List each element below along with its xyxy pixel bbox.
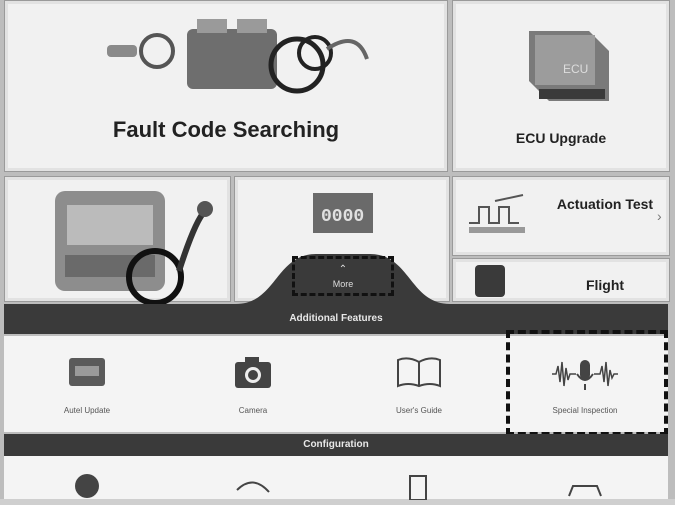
ecu-chip-icon: ECU	[529, 31, 609, 101]
actuation-test-tile[interactable]: Actuation Test	[452, 176, 670, 256]
car-icon	[568, 485, 602, 497]
diagnostics-tile[interactable]	[4, 176, 231, 305]
chevron-right-icon[interactable]: ›	[657, 208, 662, 224]
autel-update-label: Autel Update	[63, 406, 111, 415]
configuration-row	[4, 456, 668, 501]
camera-icon	[235, 357, 271, 388]
device-setting-item[interactable]	[336, 470, 502, 505]
actuation-test-label: Actuation Test	[556, 196, 654, 212]
camera-label: Camera	[238, 406, 268, 415]
flight-recorder-icon	[475, 265, 505, 297]
flight-label: Flight	[585, 277, 625, 293]
display-readout-icon: 0000	[313, 193, 373, 233]
ecu-chip-text: ECU	[563, 62, 588, 76]
fault-code-searching-tile[interactable]: Fault Code Searching	[4, 0, 448, 172]
autel-update-item[interactable]: Autel Update	[4, 336, 170, 432]
chevron-up-icon: ⌃	[338, 264, 348, 275]
camera-item[interactable]: Camera	[170, 336, 336, 432]
wrench-icon	[236, 481, 270, 493]
display-readout-text: 0000	[321, 207, 364, 227]
engine-diagnostic-icon	[107, 19, 369, 94]
actuation-signal-icon	[469, 194, 525, 233]
app-screen: Fault Code Searching ECU ECU Upgrade 000…	[0, 0, 675, 501]
vehicle-setting-item[interactable]	[502, 470, 668, 505]
flight-tile[interactable]: Flight	[452, 258, 670, 302]
ecu-upgrade-tile[interactable]: ECU ECU Upgrade	[452, 0, 670, 172]
vci-update-icon	[69, 358, 105, 386]
ecu-upgrade-label: ECU Upgrade	[515, 130, 607, 146]
book-icon	[397, 357, 441, 388]
globe-icon	[75, 474, 99, 498]
configuration-header: Configuration	[4, 434, 668, 456]
tools-setting-item[interactable]	[170, 470, 336, 505]
fault-code-searching-label: Fault Code Searching	[112, 117, 340, 142]
more-button[interactable]: ⌃ More	[292, 256, 394, 296]
tablet-icon	[409, 475, 427, 501]
users-guide-label: User's Guide	[396, 406, 442, 415]
more-label: More	[332, 279, 354, 289]
users-guide-item[interactable]: User's Guide	[336, 336, 502, 432]
special-inspection-highlight	[506, 330, 668, 436]
vehicle-scanner-icon	[55, 191, 213, 305]
language-setting-item[interactable]	[4, 470, 170, 505]
